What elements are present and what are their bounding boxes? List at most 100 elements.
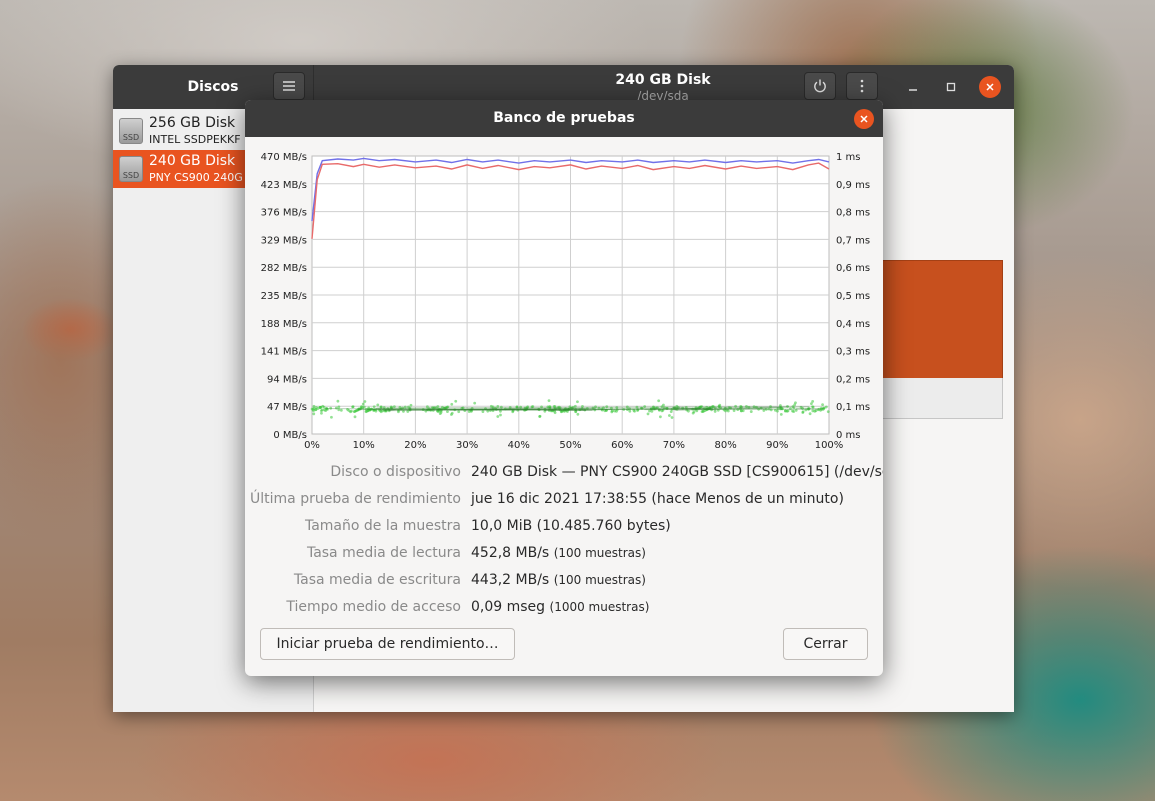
sample-count: (100 muestras) xyxy=(553,546,646,560)
access-time-point xyxy=(615,409,618,413)
y-left-tick-label: 47 MB/s xyxy=(267,402,307,413)
y-left-tick-label: 470 MB/s xyxy=(261,152,307,163)
access-time-point xyxy=(646,412,650,416)
y-right-tick-label: 0,5 ms xyxy=(836,291,870,302)
access-time-point xyxy=(670,416,674,419)
drive-model: PNY CS900 240G xyxy=(149,171,243,184)
access-time-point xyxy=(361,402,365,406)
partition-block[interactable] xyxy=(881,260,1003,380)
access-time-point xyxy=(576,412,580,416)
window-close-button[interactable] xyxy=(979,76,1001,98)
y-right-tick-label: 0,9 ms xyxy=(836,180,870,191)
access-time-point xyxy=(726,409,730,413)
access-time-point xyxy=(657,399,661,403)
access-time-point xyxy=(776,409,779,413)
access-time-point xyxy=(547,399,551,403)
y-left-tick-label: 235 MB/s xyxy=(261,291,307,302)
info-value: 443,2 MB/s (100 muestras) xyxy=(471,572,646,588)
info-value: 452,8 MB/s (100 muestras) xyxy=(471,545,646,561)
access-time-point xyxy=(336,399,340,403)
access-time-point xyxy=(450,402,454,406)
sample-count: (1000 muestras) xyxy=(549,600,650,614)
x-tick-label: 80% xyxy=(714,440,736,450)
maximize-icon xyxy=(946,82,956,92)
access-time-point xyxy=(330,415,333,419)
menu-button[interactable] xyxy=(273,72,305,100)
access-time-point xyxy=(339,408,343,412)
access-time-point xyxy=(363,400,367,403)
info-value: 240 GB Disk — PNY CS900 240GB SSD [CS900… xyxy=(471,464,883,480)
y-left-tick-label: 0 MB/s xyxy=(273,430,307,441)
y-right-tick-label: 0,1 ms xyxy=(836,402,870,413)
info-row-device: Disco o dispositivo 240 GB Disk — PNY CS… xyxy=(245,464,883,486)
info-value: 10,0 MiB (10.485.760 bytes) xyxy=(471,518,671,534)
y-left-tick-label: 423 MB/s xyxy=(261,180,307,191)
y-right-tick-label: 0,6 ms xyxy=(836,263,870,274)
y-left-tick-label: 94 MB/s xyxy=(267,374,307,385)
close-icon xyxy=(860,115,868,123)
access-time-point xyxy=(811,409,815,413)
access-time-point xyxy=(811,405,815,409)
access-time-point xyxy=(659,415,662,419)
y-right-tick-label: 0,3 ms xyxy=(836,347,870,358)
access-time-point xyxy=(362,405,366,409)
info-row-read-rate: Tasa media de lectura 452,8 MB/s (100 mu… xyxy=(245,545,883,567)
x-axis: 0% 10% 20% 30% 40% 50% 60% 70% 80% 90% 100% xyxy=(304,440,843,450)
access-time-point xyxy=(749,410,753,413)
access-time-point xyxy=(779,412,783,416)
power-icon xyxy=(814,79,826,93)
access-time-point xyxy=(662,403,665,407)
y-right-tick-label: 0,8 ms xyxy=(836,208,870,219)
info-row-write-rate: Tasa media de escritura 443,2 MB/s (100 … xyxy=(245,572,883,594)
access-time-point xyxy=(824,405,828,409)
y-left-tick-label: 329 MB/s xyxy=(261,235,307,246)
drive-model: INTEL SSDPEKKF xyxy=(149,133,241,146)
maximize-button[interactable] xyxy=(940,76,962,98)
x-tick-label: 10% xyxy=(353,440,375,450)
partition-free-block xyxy=(881,378,1003,419)
dialog-close-button[interactable] xyxy=(854,109,874,129)
access-time-point xyxy=(826,410,830,414)
start-benchmark-button[interactable]: Iniciar prueba de rendimiento… xyxy=(260,628,515,660)
close-icon xyxy=(986,83,994,91)
access-time-point xyxy=(786,409,790,413)
y-axis-left: 0 MB/s 47 MB/s 94 MB/s 141 MB/s 188 MB/s 235 … xyxy=(261,152,307,441)
access-time-point xyxy=(784,409,787,413)
access-time-point xyxy=(650,409,654,413)
access-time-point xyxy=(496,415,500,418)
access-time-point xyxy=(353,415,357,419)
minimize-button[interactable] xyxy=(902,76,924,98)
close-button[interactable]: Cerrar xyxy=(783,628,868,660)
y-right-tick-label: 0,7 ms xyxy=(836,235,870,246)
drive-name: 256 GB Disk xyxy=(149,115,236,131)
ssd-icon: SSD xyxy=(119,156,143,182)
access-time-point xyxy=(350,409,353,413)
access-time-point xyxy=(372,405,376,409)
info-label: Tasa media de lectura xyxy=(306,545,461,561)
x-tick-label: 60% xyxy=(611,440,633,450)
info-row-access-time: Tiempo medio de acceso 0,09 mseg (1000 m… xyxy=(245,599,883,621)
access-time-point xyxy=(337,405,341,409)
access-time-point xyxy=(499,413,502,417)
y-right-tick-label: 0,4 ms xyxy=(836,319,870,330)
info-value: jue 16 dic 2021 17:38:55 (hace Menos de … xyxy=(471,491,844,507)
power-off-button[interactable] xyxy=(804,72,836,100)
info-label: Tiempo medio de acceso xyxy=(286,599,461,615)
drive-options-button[interactable] xyxy=(846,72,878,100)
ssd-icon: SSD xyxy=(119,118,143,144)
benchmark-dialog: Banco de pruebas 0 MB/s 47 MB/s 94 MB/s 141… xyxy=(245,100,883,676)
access-time-point xyxy=(821,403,824,406)
access-time-point xyxy=(791,409,794,413)
access-time-point xyxy=(511,410,515,414)
access-time-point xyxy=(321,404,325,408)
access-time-point xyxy=(374,409,378,413)
access-time-point xyxy=(473,401,477,405)
access-time-point xyxy=(450,411,454,415)
info-label: Tamaño de la muestra xyxy=(304,518,461,534)
hamburger-icon xyxy=(283,81,295,91)
access-time-point xyxy=(320,411,323,415)
x-tick-label: 40% xyxy=(508,440,530,450)
x-tick-label: 100% xyxy=(815,440,844,450)
x-tick-label: 20% xyxy=(404,440,426,450)
y-axis-right: 0 ms0,1 ms0,2 ms0,3 ms0,4 ms0,5 ms0,6 ms… xyxy=(836,152,870,441)
